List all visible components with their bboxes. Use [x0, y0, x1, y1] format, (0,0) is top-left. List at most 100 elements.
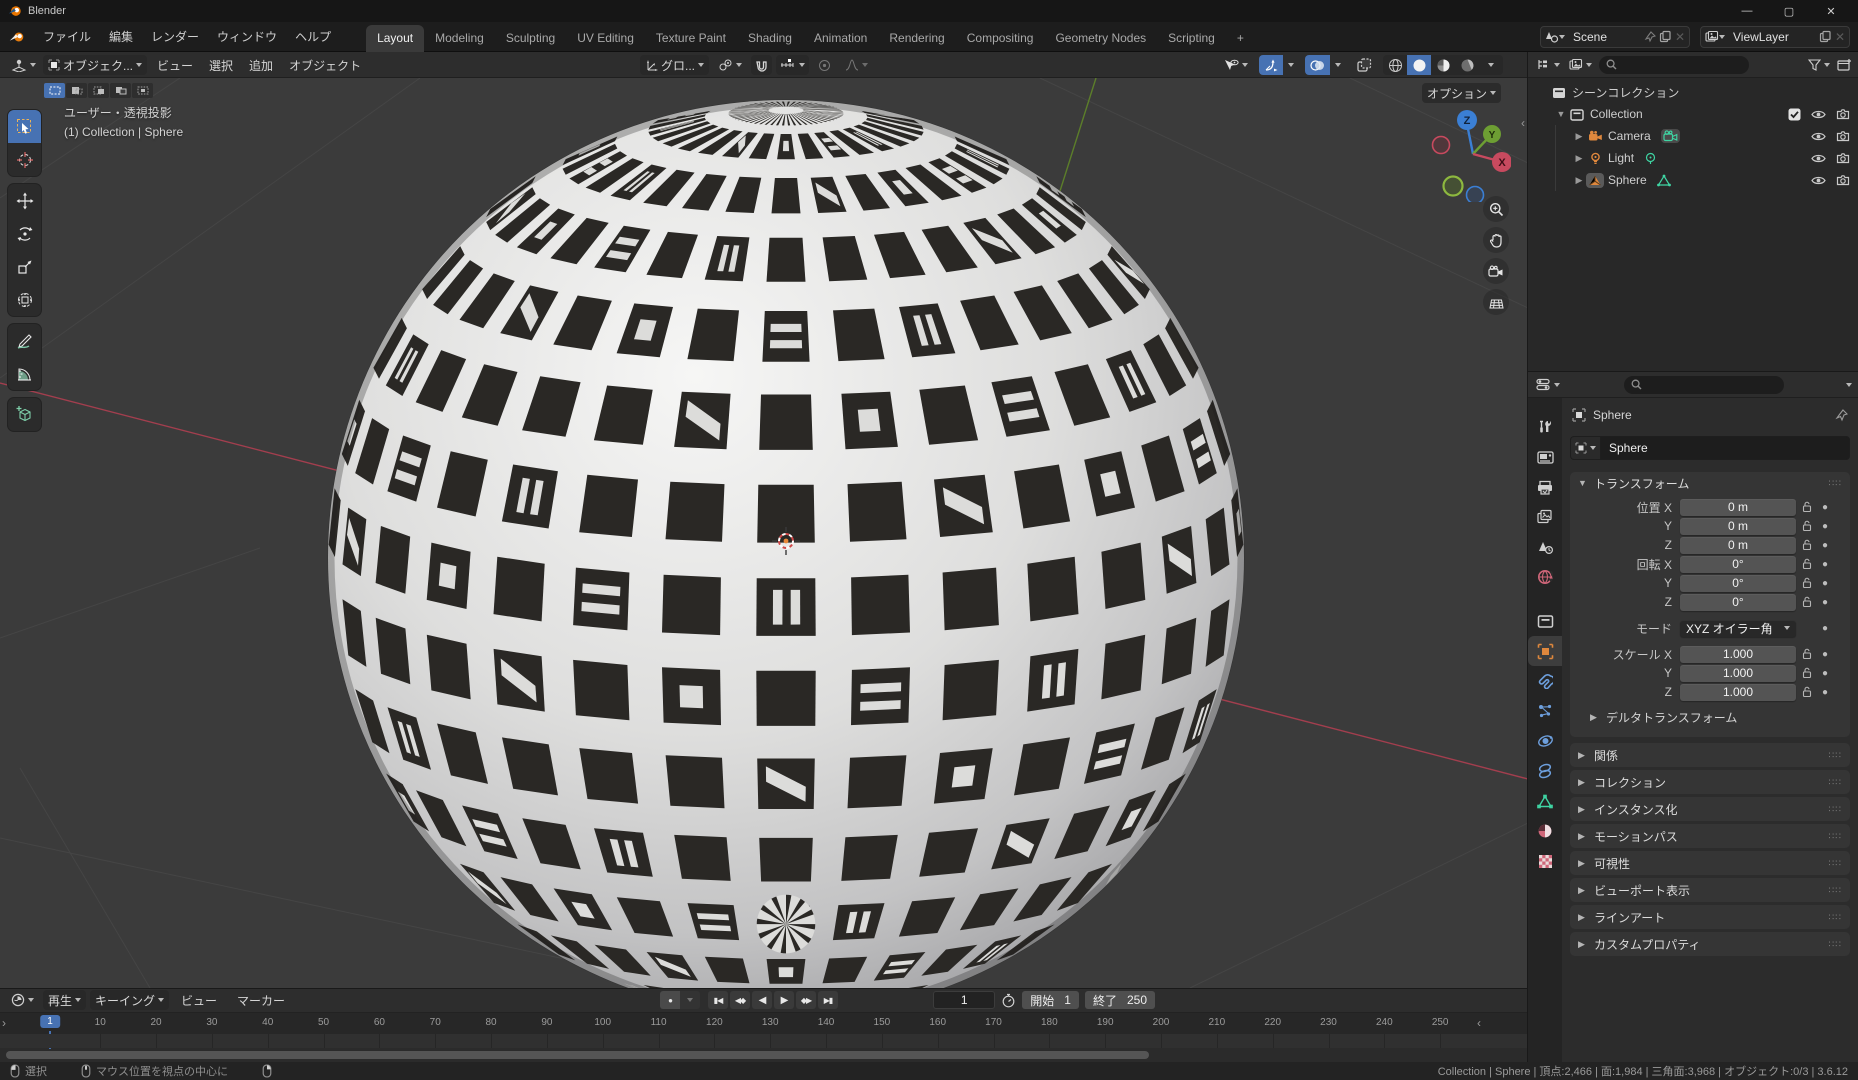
animate-dot[interactable]: ●: [1818, 578, 1832, 589]
animate-dot[interactable]: ●: [1818, 687, 1832, 698]
outliner-item-label[interactable]: Light: [1608, 151, 1634, 165]
properties-tab-world[interactable]: [1528, 562, 1562, 592]
panel-grip-icon[interactable]: ∷∷: [1829, 885, 1842, 896]
select-mode-new-button[interactable]: [44, 83, 65, 98]
new-view-layer-icon[interactable]: [1819, 30, 1832, 43]
workspace-tab[interactable]: Geometry Nodes: [1044, 25, 1157, 52]
panel-grip-icon[interactable]: ∷∷: [1829, 831, 1842, 842]
properties-tab-collection[interactable]: [1528, 606, 1562, 636]
timeline-marker-menu[interactable]: マーカー: [229, 992, 293, 1009]
animate-dot[interactable]: ●: [1818, 649, 1832, 660]
proportional-falloff-dropdown[interactable]: [840, 55, 873, 75]
workspace-tab[interactable]: Compositing: [956, 25, 1045, 52]
scene-selector[interactable]: Scene ✕: [1540, 25, 1690, 48]
shading-rendered-button[interactable]: [1455, 55, 1479, 75]
value-field[interactable]: 0 m: [1680, 517, 1796, 535]
properties-options-dropdown[interactable]: [1846, 382, 1852, 387]
orthographic-toggle-button[interactable]: [1483, 289, 1509, 315]
sidebar-collapse-arrow[interactable]: ‹: [1521, 116, 1525, 130]
snap-toggle[interactable]: [751, 55, 773, 75]
pan-button[interactable]: [1483, 227, 1509, 253]
shading-material-button[interactable]: [1431, 55, 1455, 75]
measure-tool[interactable]: [8, 357, 41, 390]
blender-app-menu-icon[interactable]: [8, 30, 26, 44]
panel-grip-icon[interactable]: ∷∷: [1829, 912, 1842, 923]
properties-tab-object[interactable]: [1528, 636, 1562, 666]
checkbox[interactable]: [1788, 108, 1801, 121]
property-section-header[interactable]: ▶ カスタムプロパティ ∷∷: [1570, 932, 1850, 956]
camera-visibility-toggle[interactable]: [1836, 174, 1850, 186]
add-cube-tool[interactable]: [8, 398, 41, 431]
lock-icon[interactable]: [1796, 520, 1818, 532]
animate-dot[interactable]: ●: [1818, 540, 1832, 551]
property-section-header[interactable]: ▶ 関係 ∷∷: [1570, 743, 1850, 767]
property-section-header[interactable]: ▶ 可視性 ∷∷: [1570, 851, 1850, 875]
workspace-tab[interactable]: Modeling: [424, 25, 495, 52]
current-frame-badge[interactable]: 1: [40, 1014, 60, 1028]
pin-icon[interactable]: [1644, 30, 1656, 43]
timeline-view-menu[interactable]: ビュー: [173, 992, 225, 1009]
lock-icon[interactable]: [1796, 558, 1818, 570]
frame-end-field[interactable]: 終了 250: [1084, 991, 1155, 1010]
play-reverse-button[interactable]: ◀: [752, 991, 772, 1010]
panel-grip-icon[interactable]: ∷∷: [1829, 804, 1842, 815]
animate-dot[interactable]: ●: [1818, 559, 1832, 570]
properties-tab-output[interactable]: [1528, 472, 1562, 502]
view-layer-selector[interactable]: ViewLayer ✕: [1700, 25, 1850, 48]
hide-toggle[interactable]: [1811, 109, 1826, 120]
outliner-row-camera[interactable]: ▶ Camera: [1528, 125, 1858, 147]
lock-icon[interactable]: [1796, 539, 1818, 551]
workspace-tab[interactable]: Animation: [803, 25, 878, 52]
scale-tool[interactable]: [8, 250, 41, 283]
properties-tab-tool[interactable]: [1528, 412, 1562, 442]
new-collection-button[interactable]: [1837, 58, 1852, 72]
menu-item[interactable]: ヘルプ: [286, 24, 340, 49]
cursor-tool[interactable]: [8, 143, 41, 176]
annotate-tool[interactable]: [8, 324, 41, 357]
properties-editor-type-button[interactable]: [1534, 375, 1562, 395]
timeline-sidebar-arrow[interactable]: ‹: [1477, 1016, 1481, 1030]
menu-item[interactable]: ウィンドウ: [208, 24, 286, 49]
select-mode-intersect-button[interactable]: [132, 83, 153, 98]
timeline-scrollbar-thumb[interactable]: [6, 1051, 1149, 1060]
outliner-item-label[interactable]: Camera: [1608, 129, 1651, 143]
viewport-canvas[interactable]: [0, 78, 1527, 988]
rotation-mode-dropdown[interactable]: XYZ オイラー角: [1680, 619, 1796, 637]
properties-tab-physics[interactable]: [1528, 726, 1562, 756]
panel-grip-icon[interactable]: ∷∷: [1829, 939, 1842, 950]
value-field[interactable]: 1.000: [1680, 683, 1796, 701]
outliner-item-label[interactable]: シーンコレクション: [1572, 84, 1679, 101]
frame-start-field[interactable]: 開始 1: [1022, 991, 1079, 1010]
outliner-row-light[interactable]: ▶ Light: [1528, 147, 1858, 169]
animate-dot[interactable]: ●: [1818, 668, 1832, 679]
lock-icon[interactable]: [1796, 501, 1818, 513]
breadcrumb-object-name[interactable]: Sphere: [1593, 408, 1632, 422]
timeline-scrollbar[interactable]: [0, 1048, 1527, 1062]
outliner-search-input[interactable]: [1599, 55, 1749, 74]
disclosure-icon[interactable]: ▶: [1572, 153, 1586, 164]
properties-tab-view-layer[interactable]: [1528, 502, 1562, 532]
viewport-3d[interactable]: ユーザー・透視投影 (1) Collection | Sphere オプション …: [0, 78, 1527, 988]
animate-dot[interactable]: ●: [1818, 521, 1832, 532]
value-field[interactable]: 0 m: [1680, 536, 1796, 554]
camera-visibility-toggle[interactable]: [1836, 152, 1850, 164]
move-tool[interactable]: [8, 184, 41, 217]
delta-transform-subpanel[interactable]: ▶ デルタトランスフォーム: [1576, 707, 1844, 727]
maximize-button[interactable]: ▢: [1768, 0, 1810, 22]
workspace-tab[interactable]: Rendering: [878, 25, 955, 52]
options-dropdown[interactable]: オプション: [1421, 83, 1501, 103]
editor-type-button[interactable]: [6, 55, 41, 75]
value-field[interactable]: 0°: [1680, 593, 1796, 611]
outliner-row-[interactable]: シーンコレクション: [1528, 81, 1858, 103]
select-mode-invert-button[interactable]: [110, 83, 131, 98]
shading-wireframe-button[interactable]: [1383, 55, 1407, 75]
outliner-item-label[interactable]: Sphere: [1608, 173, 1647, 187]
menu-item[interactable]: 編集: [100, 24, 142, 49]
select-box-tool[interactable]: [8, 110, 41, 143]
rotate-tool[interactable]: [8, 217, 41, 250]
hide-toggle[interactable]: [1811, 153, 1826, 164]
timeline-collapse-arrow[interactable]: ›: [2, 1016, 6, 1030]
value-field[interactable]: 0°: [1680, 574, 1796, 592]
object-name-input[interactable]: Sphere: [1600, 436, 1850, 460]
workspace-tab[interactable]: Texture Paint: [645, 25, 737, 52]
